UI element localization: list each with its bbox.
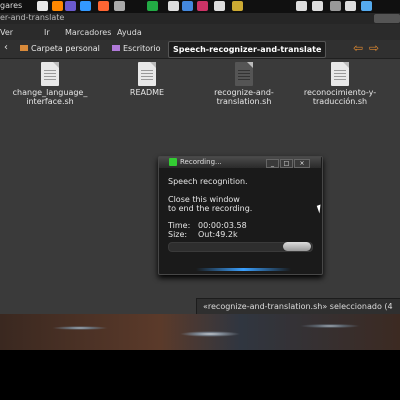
file-label: recognize-and- translation.sh [214,88,274,106]
text-file-icon [331,62,349,86]
file-label: README [129,88,165,97]
size-value: Out:49.2k [198,230,238,239]
tray-icon[interactable] [345,1,356,11]
recording-heading: Speech recognition. [168,177,248,186]
tray-icon[interactable] [232,1,243,11]
chevron-left-icon[interactable]: ‹ [4,42,8,53]
status-text: «recognize-and-translation.sh» seleccion… [203,302,393,311]
menu-ver[interactable]: Ver [0,28,13,37]
tray-icon[interactable] [37,1,48,11]
arrow-right-icon[interactable]: ⇨ [369,41,379,55]
tray-icon[interactable] [80,1,91,11]
script-file-icon [235,62,253,86]
crumb-carpeta-personal[interactable]: Carpeta personal [16,41,104,56]
menu-ir[interactable]: Ir [44,28,50,37]
recording-dialog [158,156,323,275]
tray-icon[interactable] [312,1,323,11]
minimize-button[interactable]: _ [266,159,279,168]
tray-icon[interactable] [98,1,109,11]
tray-icon[interactable] [147,1,158,11]
close-button[interactable]: × [294,159,310,168]
tray-icon[interactable] [52,1,63,11]
tray-icon[interactable] [296,1,307,11]
file-label: reconocimiento-y- traducción.sh [303,88,377,106]
time-value: 00:00:03.58 [198,221,247,230]
recording-progress-indicator [283,242,311,251]
text-file-icon [41,62,59,86]
tray-icon[interactable] [361,1,372,11]
recording-instruction-2: to end the recording. [168,204,253,213]
window-controls[interactable] [374,14,400,23]
crumb-escritorio[interactable]: Escritorio [108,41,165,56]
tray-icon[interactable] [197,1,208,11]
size-label: Size: [168,230,188,239]
desktop-folder-icon [112,45,120,51]
recording-instruction-1: Close this window [168,195,240,204]
file-recognize-and-translation[interactable]: recognize-and- translation.sh [199,62,289,106]
crumb-label: Escritorio [123,44,161,53]
crumb-label: Carpeta personal [31,44,100,53]
file-change-language[interactable]: change_language_ interface.sh [5,62,95,106]
file-readme[interactable]: README [102,62,192,97]
file-reconocimiento[interactable]: reconocimiento-y- traducción.sh [295,62,385,106]
tray-icon[interactable] [330,1,341,11]
menu-ayuda[interactable]: Ayuda [117,28,142,37]
tray-icon[interactable] [65,1,76,11]
dialog-glow [196,268,291,271]
recording-title: Recording... [180,158,222,166]
crumb-speech-recognizer[interactable]: Speech-recognizer-and-translate [168,41,327,58]
arrow-left-icon[interactable]: ⇦ [353,41,363,55]
text-file-icon [138,62,156,86]
tray-icon[interactable] [182,1,193,11]
tray-icon[interactable] [114,1,125,11]
maximize-button[interactable]: □ [280,159,293,168]
home-folder-icon [20,45,28,51]
window-title: er-and-translate [0,13,65,22]
tray-icon[interactable] [168,1,179,11]
menu-marcadores[interactable]: Marcadores [65,28,111,37]
menubar [0,24,400,40]
time-label: Time: [168,221,191,230]
desktop-wallpaper [0,314,400,350]
screen-bottom [0,350,400,400]
microphone-icon [169,158,177,166]
file-label: change_language_ interface.sh [12,88,88,106]
places-menu[interactable]: gares [0,1,22,10]
tray-icon[interactable] [214,1,225,11]
